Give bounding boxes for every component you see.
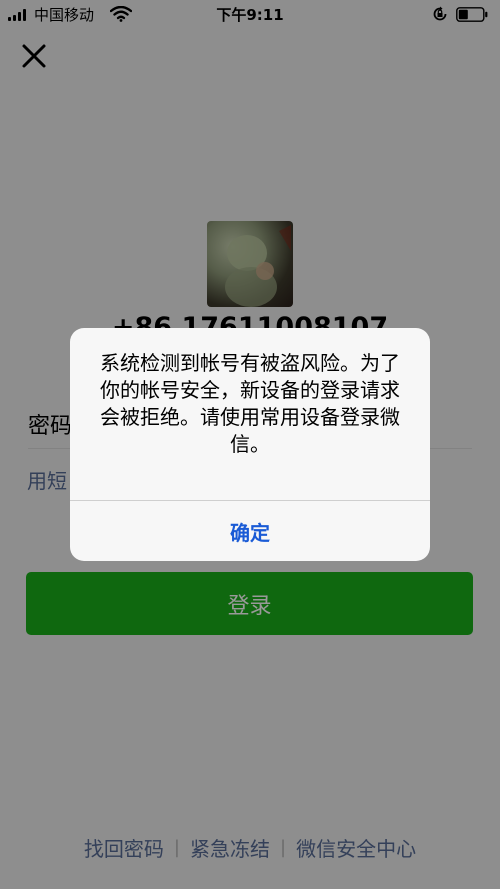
dialog-confirm-label: 确定: [230, 520, 270, 545]
dialog-message: 系统检测到帐号有被盗风险。为了你的帐号安全，新设备的登录请求会被拒绝。请使用常用…: [100, 351, 400, 456]
security-alert-dialog: 系统检测到帐号有被盗风险。为了你的帐号安全，新设备的登录请求会被拒绝。请使用常用…: [70, 328, 430, 561]
dialog-confirm-button[interactable]: 确定: [70, 501, 430, 561]
